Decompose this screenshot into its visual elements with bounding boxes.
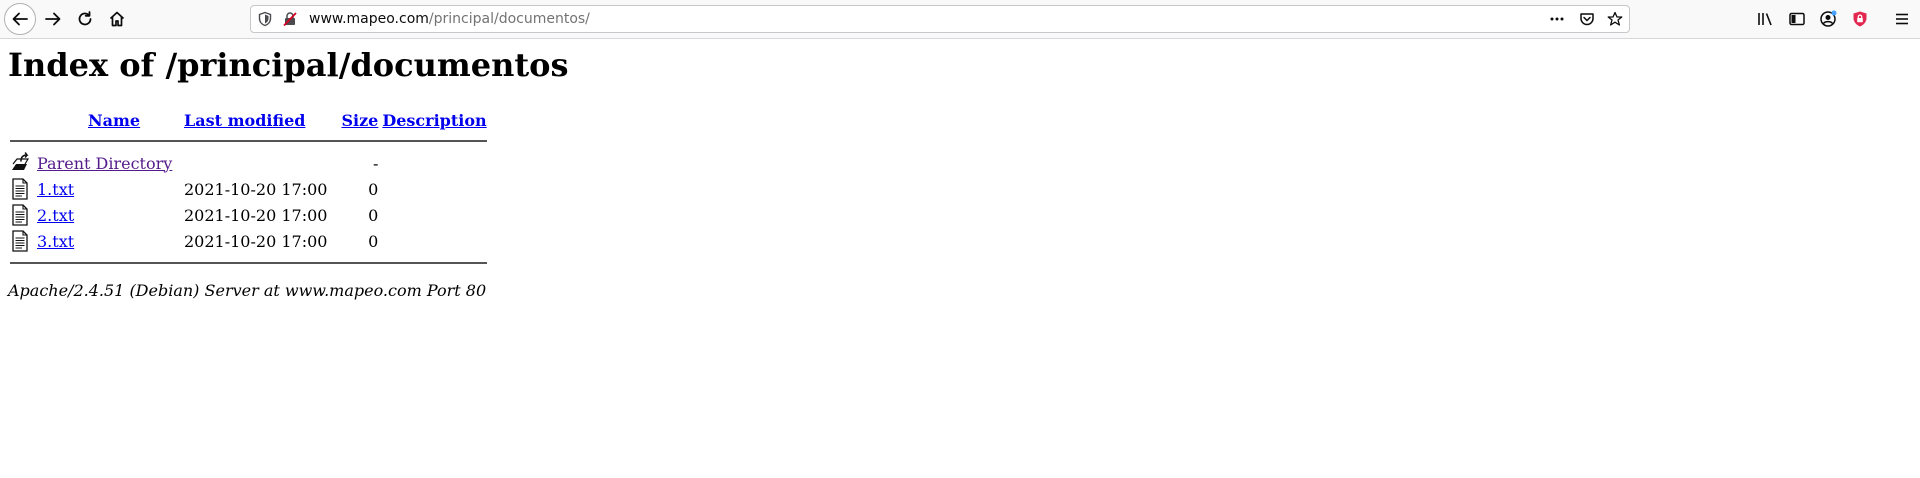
library-icon	[1758, 13, 1772, 26]
url-host: www.mapeo.com	[309, 11, 429, 27]
home-icon	[109, 11, 125, 27]
pocket-icon[interactable]	[1579, 11, 1595, 27]
more-dots-icon[interactable]	[1549, 11, 1565, 27]
parent-directory-row: Parent Directory -	[8, 150, 489, 176]
table-row: 3.txt 2021-10-20 17:00 0	[8, 228, 489, 254]
table-row: 1.txt 2021-10-20 17:00 0	[8, 176, 489, 202]
forward-arrow-icon	[45, 12, 61, 26]
last-modified-column-header: Last modified	[176, 108, 329, 132]
library-button[interactable]	[1749, 3, 1781, 35]
sort-by-size-link[interactable]: Size	[341, 111, 378, 130]
file-size: 0	[368, 231, 379, 251]
directory-listing: Name Last modified Size Description Pare…	[8, 108, 489, 272]
file-size: 0	[368, 179, 379, 199]
back-arrow-icon	[12, 12, 28, 26]
divider	[10, 262, 487, 264]
file-description	[380, 202, 488, 228]
text-file-icon	[12, 178, 28, 200]
url-text[interactable]: www.mapeo.com/principal/documentos/	[309, 6, 590, 32]
sort-by-last-modified-link[interactable]: Last modified	[184, 111, 305, 130]
file-description	[380, 176, 488, 202]
insecure-lock-icon[interactable]	[282, 11, 298, 27]
hamburger-menu-icon	[1896, 13, 1908, 25]
account-button[interactable]	[1812, 3, 1844, 35]
file-size: 0	[368, 205, 379, 225]
file-link[interactable]: 2.txt	[37, 206, 74, 225]
home-button[interactable]	[101, 3, 133, 35]
parent-directory-link[interactable]: Parent Directory	[37, 154, 172, 173]
table-row: 2.txt 2021-10-20 17:00 0	[8, 202, 489, 228]
extension-button[interactable]	[1844, 3, 1876, 35]
file-modified: 2021-10-20 17:00	[184, 231, 328, 251]
file-modified: 2021-10-20 17:00	[184, 179, 328, 199]
reload-icon	[78, 11, 92, 26]
sort-by-description-link[interactable]: Description	[382, 111, 486, 130]
separator-row	[8, 132, 489, 150]
divider	[10, 140, 487, 142]
icon-column-header	[8, 108, 35, 132]
sidebar-icon	[1789, 12, 1805, 26]
menu-button[interactable]	[1886, 3, 1918, 35]
description-column-header: Description	[380, 108, 488, 132]
header-row: Name Last modified Size Description	[8, 108, 489, 132]
file-link[interactable]: 1.txt	[37, 180, 74, 199]
server-signature: Apache/2.4.51 (Debian) Server at www.map…	[8, 281, 487, 300]
page-title: Index of /principal/documentos	[8, 46, 569, 84]
star-icon[interactable]	[1607, 11, 1623, 27]
back-button[interactable]	[4, 3, 36, 35]
file-modified: 2021-10-20 17:00	[184, 205, 328, 225]
text-file-icon	[12, 204, 28, 226]
separator-row	[8, 254, 489, 272]
text-file-icon	[12, 230, 28, 252]
parent-size: -	[372, 153, 379, 173]
forward-button[interactable]	[37, 3, 69, 35]
back-folder-icon	[12, 152, 30, 170]
url-bar[interactable]: www.mapeo.com/principal/documentos/	[250, 5, 1630, 33]
file-link[interactable]: 3.txt	[37, 232, 74, 251]
url-path: /principal/documentos/	[428, 11, 590, 27]
reload-button[interactable]	[69, 3, 101, 35]
account-icon	[1820, 10, 1837, 27]
sort-by-name-link[interactable]: Name	[88, 111, 140, 130]
extension-shield-icon	[1853, 11, 1867, 27]
sidebar-button[interactable]	[1781, 3, 1813, 35]
shield-icon[interactable]	[257, 11, 273, 27]
name-column-header: Name	[35, 108, 176, 132]
browser-toolbar: www.mapeo.com/principal/documentos/	[0, 0, 1920, 39]
size-column-header: Size	[329, 108, 380, 132]
notification-dot	[1831, 10, 1837, 16]
file-description	[380, 228, 488, 254]
